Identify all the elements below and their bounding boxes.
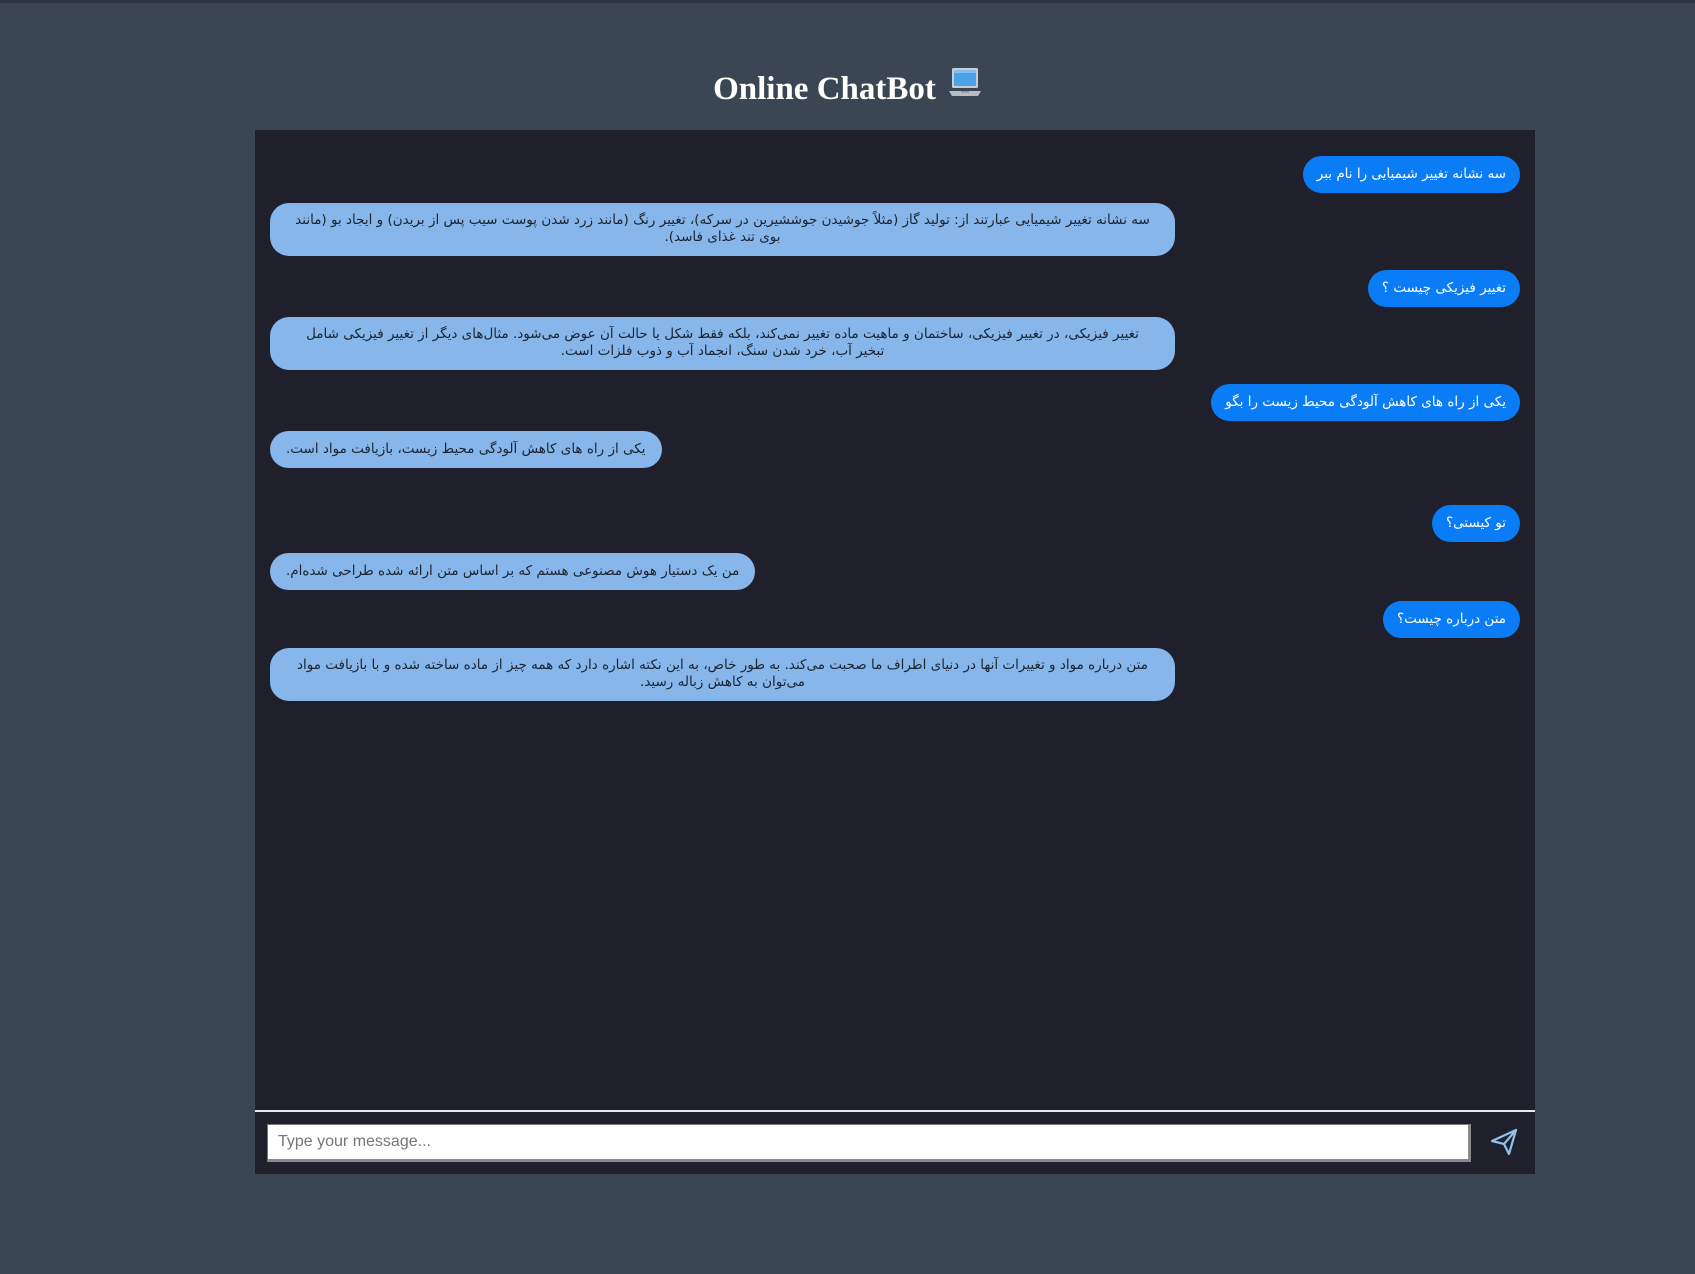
message-list[interactable]: سه نشانه تغییر شیمیایی را نام ببر سه نشا… (255, 130, 1535, 1110)
page-title-text: Online ChatBot (713, 71, 936, 107)
bot-message: من یک دستیار هوش مصنوعی هستم که بر اساس … (270, 553, 756, 590)
user-message: تغییر فیزیکی چیست ؟ (1367, 270, 1520, 307)
user-message: متن درباره چیست؟ (1382, 601, 1520, 638)
message-composer (255, 1110, 1535, 1174)
bot-message: یکی از راه های کاهش آلودگی محیط زیست، با… (270, 431, 662, 468)
user-message: سه نشانه تغییر شیمیایی را نام ببر (1302, 156, 1520, 193)
send-button[interactable] (1487, 1127, 1521, 1159)
user-message: تو کیستی؟ (1431, 505, 1520, 542)
chat-window: سه نشانه تغییر شیمیایی را نام ببر سه نشا… (255, 130, 1535, 1174)
bot-message: سه نشانه تغییر شیمیایی عبارتند از: تولید… (270, 203, 1175, 256)
laptop-icon (948, 65, 982, 111)
send-icon (1489, 1128, 1519, 1160)
user-message: یکی از راه های کاهش آلودگی محیط زیست را … (1211, 384, 1520, 421)
page-title: Online ChatBot (0, 66, 1695, 114)
top-border (0, 0, 1695, 3)
bot-message: متن درباره مواد و تغییرات آنها در دنیای … (270, 648, 1175, 701)
bot-message: تغییر فیزیکی، در تغییر فیزیکی، ساختمان و… (270, 317, 1175, 370)
message-input[interactable] (267, 1124, 1471, 1162)
